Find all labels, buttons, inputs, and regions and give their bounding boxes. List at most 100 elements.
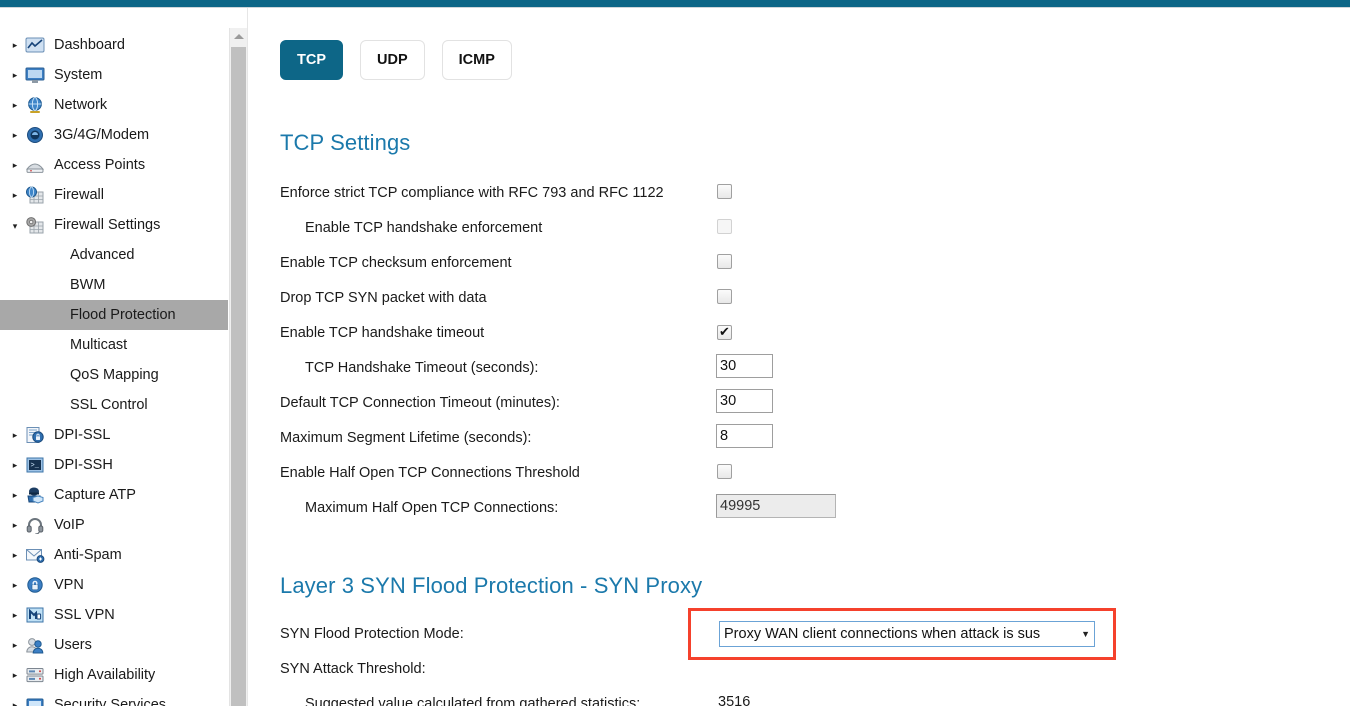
setting-label: Drop TCP SYN packet with data: [280, 289, 487, 306]
chevron-right-icon[interactable]: ▸: [8, 670, 22, 680]
chevron-right-icon[interactable]: ▸: [8, 70, 22, 80]
scroll-up-button[interactable]: [230, 28, 247, 45]
chevron-right-icon[interactable]: ▸: [8, 640, 22, 650]
chevron-right-icon[interactable]: ▸: [8, 160, 22, 170]
setting-label: Enable TCP checksum enforcement: [280, 254, 512, 271]
input-tcp-handshake-timeout-seconds[interactable]: [716, 354, 773, 378]
setting-label: Default TCP Connection Timeout (minutes)…: [280, 394, 560, 411]
headset-icon: [22, 514, 48, 536]
syn-attack-threshold-label: SYN Attack Threshold:: [280, 660, 426, 677]
sidebar-item-voip[interactable]: ▸ VoIP: [0, 510, 228, 540]
chevron-right-icon[interactable]: ▸: [8, 130, 22, 140]
sidebar-item-access-points[interactable]: ▸ Access Points: [0, 150, 228, 180]
sidebar-subitem-bwm[interactable]: BWM: [0, 270, 228, 300]
input-maximum-segment-lifetime-seconds[interactable]: [716, 424, 773, 448]
chevron-right-icon[interactable]: ▸: [8, 580, 22, 590]
chevron-right-icon[interactable]: ▸: [8, 520, 22, 530]
sidebar-item-label: Firewall: [54, 187, 104, 203]
sidebar-subitem-label: BWM: [70, 277, 106, 293]
checkbox-enable-tcp-checksum-enforcement[interactable]: [717, 254, 732, 269]
sidebar-item-capture-atp[interactable]: ▸ Capture ATP: [0, 480, 228, 510]
modem-icon: [22, 124, 48, 146]
chevron-right-icon[interactable]: ▸: [8, 460, 22, 470]
sidebar-scrollbar[interactable]: [229, 28, 247, 706]
sidebar-item-vpn[interactable]: ▸ VPN: [0, 570, 228, 600]
syn-proxy-heading: Layer 3 SYN Flood Protection - SYN Proxy: [280, 573, 703, 598]
setting-label: Enable TCP handshake timeout: [280, 324, 485, 341]
tab-udp[interactable]: UDP: [360, 40, 425, 80]
sidebar-item-dashboard[interactable]: ▸ Dashboard: [0, 30, 228, 60]
setting-row-default-tcp-connection-timeout-minutes: Default TCP Connection Timeout (minutes)…: [280, 390, 1340, 415]
checkbox-enable-tcp-handshake-enforcement[interactable]: [717, 219, 732, 234]
sidebar-item-label: Access Points: [54, 157, 146, 173]
chevron-down-icon[interactable]: ▾: [8, 221, 22, 231]
sidebar-item-label: VPN: [54, 577, 84, 593]
syn-flood-mode-label: SYN Flood Protection Mode:: [280, 625, 464, 642]
dpi-ssh-icon: >_: [22, 454, 48, 476]
chevron-right-icon[interactable]: ▸: [8, 40, 22, 50]
sidebar-subitem-advanced[interactable]: Advanced: [0, 240, 228, 270]
suggested-value-label: Suggested value calculated from gathered…: [305, 695, 641, 706]
sidebar-item-label: Firewall Settings: [54, 217, 161, 233]
chevron-right-icon[interactable]: ▸: [8, 490, 22, 500]
chevron-down-icon: ▼: [1081, 629, 1090, 639]
checkbox-drop-tcp-syn-packet-with-data[interactable]: [717, 289, 732, 304]
sidebar-subitem-ssl-control[interactable]: SSL Control: [0, 390, 228, 420]
suggested-value-row: Suggested value calculated from gathered…: [280, 691, 1340, 706]
capture-atp-icon: [22, 484, 48, 506]
sidebar-item-anti-spam[interactable]: ▸ Anti-Spam: [0, 540, 228, 570]
sidebar-item-system[interactable]: ▸ System: [0, 60, 228, 90]
chevron-right-icon[interactable]: ▸: [8, 100, 22, 110]
setting-row-enforce-strict-tcp-compliance-with-rfc-793-and-rfc-1122: Enforce strict TCP compliance with RFC 7…: [280, 180, 1340, 205]
sidebar-item-network[interactable]: ▸ Network: [0, 90, 228, 120]
setting-row-tcp-handshake-timeout-seconds: TCP Handshake Timeout (seconds):: [280, 355, 1340, 380]
setting-row-drop-tcp-syn-packet-with-data: Drop TCP SYN packet with data: [280, 285, 1340, 310]
checkbox-enable-tcp-handshake-timeout[interactable]: ✔: [717, 325, 732, 340]
tab-icmp[interactable]: ICMP: [441, 40, 512, 80]
monitor-icon: [22, 64, 48, 86]
sidebar-item-users[interactable]: ▸ Users: [0, 630, 228, 660]
sidebar-subitem-flood-protection[interactable]: Flood Protection: [0, 300, 228, 330]
ssl-vpn-icon: [22, 604, 48, 626]
sidebar-item-label: System: [54, 67, 103, 83]
sidebar-item-label: High Availability: [54, 667, 156, 683]
sidebar-item-label: 3G/4G/Modem: [54, 127, 150, 143]
setting-label: Maximum Segment Lifetime (seconds):: [280, 429, 532, 446]
scrollbar-thumb[interactable]: [231, 47, 246, 706]
chevron-right-icon[interactable]: ▸: [8, 700, 22, 706]
syn-flood-mode-select[interactable]: Proxy WAN client connections when attack…: [719, 621, 1095, 647]
tab-tcp[interactable]: TCP: [280, 40, 343, 80]
sidebar-item-high-availability[interactable]: ▸ High Availability: [0, 660, 228, 690]
syn-flood-mode-highlight-box: Proxy WAN client connections when attack…: [688, 608, 1116, 660]
sidebar-item-security-services[interactable]: ▸ Security Services: [0, 690, 228, 706]
sidebar-subitem-label: SSL Control: [70, 397, 148, 413]
sidebar-nav[interactable]: ▸ Dashboard ▸ System ▸ Network ▸ 3G/4G/Modem ▸ Ac…: [0, 8, 228, 706]
sidebar-subitem-qos-mapping[interactable]: QoS Mapping: [0, 360, 228, 390]
setting-row-maximum-segment-lifetime-seconds: Maximum Segment Lifetime (seconds):: [280, 425, 1340, 450]
sidebar-item-firewall[interactable]: ▸ Firewall: [0, 180, 228, 210]
checkbox-enforce-strict-tcp-compliance-with-rfc-793-and-rfc-1122[interactable]: [717, 184, 732, 199]
sidebar-item-dpi-ssl[interactable]: ▸ DPI-SSL: [0, 420, 228, 450]
sidebar-item-label: DPI-SSH: [54, 457, 113, 473]
tcp-settings-heading: TCP Settings: [280, 130, 411, 155]
sidebar-item-label: Dashboard: [54, 37, 125, 53]
chevron-right-icon[interactable]: ▸: [8, 610, 22, 620]
check-icon: ✔: [719, 324, 730, 339]
suggested-value-number: 3516: [718, 694, 751, 706]
syn-flood-mode-selected-value: Proxy WAN client connections when attack…: [724, 626, 1041, 642]
protocol-tabs[interactable]: TCP UDP ICMP: [280, 40, 512, 80]
input-maximum-half-open-tcp-connections: [716, 494, 836, 518]
checkbox-enable-half-open-tcp-connections-threshold[interactable]: [717, 464, 732, 479]
chevron-right-icon[interactable]: ▸: [8, 190, 22, 200]
envelope-icon: [22, 544, 48, 566]
sidebar-item-ssl-vpn[interactable]: ▸ SSL VPN: [0, 600, 228, 630]
sidebar-item-dpi-ssh[interactable]: ▸ >_ DPI-SSH: [0, 450, 228, 480]
input-default-tcp-connection-timeout-minutes[interactable]: [716, 389, 773, 413]
sidebar-item-3g-4g-modem[interactable]: ▸ 3G/4G/Modem: [0, 120, 228, 150]
sidebar-subitem-label: QoS Mapping: [70, 367, 159, 383]
sidebar-item-label: SSL VPN: [54, 607, 115, 623]
sidebar-item-firewall-settings[interactable]: ▾ Firewall Settings: [0, 210, 228, 240]
chevron-right-icon[interactable]: ▸: [8, 430, 22, 440]
sidebar-subitem-multicast[interactable]: Multicast: [0, 330, 228, 360]
chevron-right-icon[interactable]: ▸: [8, 550, 22, 560]
